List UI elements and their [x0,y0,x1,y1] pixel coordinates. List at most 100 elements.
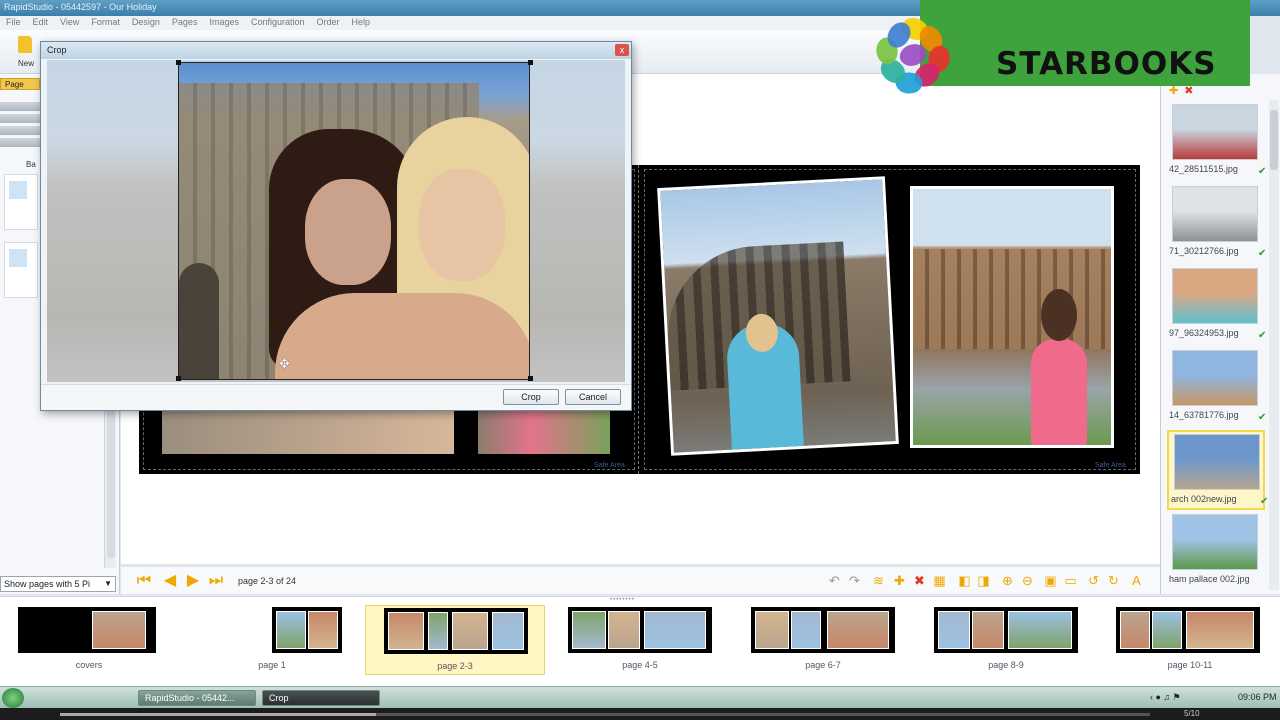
page-thumbnail-preview[interactable] [568,607,712,653]
panel-section-bar[interactable] [0,138,40,147]
redo-icon[interactable]: ↷ [847,573,862,588]
rotate-left-icon[interactable]: ↺ [1086,573,1101,588]
image-library-item[interactable]: 97_96324953.jpg ✔ [1167,266,1266,346]
image-thumbnail[interactable] [1172,350,1258,406]
move-forward-icon[interactable]: ◨ [976,573,991,588]
last-page-icon[interactable]: ⏭ [207,572,225,590]
menu-item-order[interactable]: Order [311,16,346,28]
page-thumbnail-preview[interactable] [18,607,156,653]
delete-icon[interactable]: ✖ [912,573,927,588]
move-cursor-icon: ✥ [279,356,290,371]
image-tool-icon[interactable]: ▦ [932,573,947,588]
menu-bar: File Edit View Format Design Pages Images Confi… [0,16,920,30]
crop-preview-area[interactable]: ✥ [47,60,625,382]
photo-frame-arch[interactable] [162,410,454,454]
video-progress-bar[interactable]: 5/10 [0,708,1280,720]
image-library-item[interactable]: arch 002new.jpg ✔ [1167,430,1269,510]
page-tab[interactable]: Page [0,78,40,90]
page-thumbnail-preview[interactable] [272,607,342,653]
image-thumbnail[interactable] [1172,514,1258,570]
page-thumbnail[interactable]: covers [14,605,164,675]
video-time: 5/10 [1184,709,1200,718]
page-thumbnail-preview[interactable] [1116,607,1260,653]
remove-image-icon[interactable]: ✖ [1184,85,1193,97]
page-thumbnail[interactable]: page 8-9 [916,605,1096,675]
start-button-icon[interactable] [2,688,24,708]
image-thumbnail[interactable] [1172,104,1258,160]
menu-item-help[interactable]: Help [346,16,377,28]
used-check-icon: ✔ [1260,496,1269,507]
image-filename: 71_30212766.jpg [1169,246,1239,256]
next-page-icon[interactable]: ▶ [184,572,202,590]
windows-taskbar: RapidStudio - 05442... Crop ‹ ● ♫ ⚑ 09:0… [0,686,1280,708]
menu-item-view[interactable]: View [54,16,85,28]
text-tool-icon[interactable]: A [1129,573,1144,588]
page-thumbnail[interactable]: page 10-11 [1100,605,1280,675]
image-library-panel: ✚ ✖ 42_28511515.jpg ✔ 71_30212766.jpg ✔ 97_9… [1160,74,1280,594]
page-indicator: page 2-3 of 24 [238,576,297,586]
first-page-icon[interactable]: ⏮ [135,572,153,590]
new-document-icon[interactable] [18,36,32,53]
page-thumbnail[interactable]: page 4-5 [550,605,730,675]
close-icon[interactable]: x [615,44,629,56]
page-thumbnail-label: page 2-3 [437,661,473,671]
zoom-out-icon[interactable]: ⊖ [1020,573,1035,588]
taskbar-item-rapidstudio[interactable]: RapidStudio - 05442... [138,690,256,706]
page-thumbnail[interactable]: page 1 [180,605,364,675]
crop-handle-top-left[interactable] [176,60,181,65]
autofill-icon[interactable]: ≋ [871,573,886,588]
photo-frame-colosseum[interactable] [657,176,899,456]
menu-item-format[interactable]: Format [85,16,126,28]
menu-item-file[interactable]: File [0,16,27,28]
image-library-item[interactable]: 14_63781776.jpg ✔ [1167,348,1266,428]
panel-section-bar[interactable] [0,126,40,135]
fit-page-icon[interactable]: ▣ [1043,573,1058,588]
move-back-icon[interactable]: ◧ [957,573,972,588]
image-library-item[interactable]: ham pallace 002.jpg [1167,512,1265,592]
menu-item-edit[interactable]: Edit [27,16,55,28]
new-button-label[interactable]: New [18,59,34,68]
menu-item-images[interactable]: Images [203,16,245,28]
image-library-scrollbar[interactable] [1269,100,1279,590]
pages-filter-select[interactable]: Show pages with 5 Pi ▼ [0,576,116,592]
previous-page-icon[interactable]: ◀ [161,572,179,590]
add-image-icon[interactable]: ✚ [1169,85,1178,97]
add-page-icon[interactable]: ✚ [892,573,907,588]
system-tray: ‹ ● ♫ ⚑ [1150,692,1181,702]
zoom-in-icon[interactable]: ⊕ [1000,573,1015,588]
page-thumbnail[interactable]: page 2-3 [365,605,545,675]
panel-section-bar[interactable] [0,102,40,111]
image-library-item[interactable]: 42_28511515.jpg ✔ [1167,102,1267,182]
background-thumbnail[interactable] [4,242,38,298]
crop-button[interactable]: Crop [503,389,559,405]
rotate-right-icon[interactable]: ↻ [1106,573,1121,588]
canvas-navigation-bar: ⏮ ◀ ▶ ⏭ page 2-3 of 24 ↶ ↷ ≋ ✚ ✖ ▦ ◧ ◨ ⊕… [121,566,1160,594]
image-library-item[interactable]: 71_30212766.jpg ✔ [1167,184,1266,264]
page-thumbnail-preview[interactable] [384,608,528,654]
taskbar-item-crop[interactable]: Crop [262,690,380,706]
background-thumbnail[interactable] [4,174,38,230]
undo-icon[interactable]: ↶ [827,573,842,588]
menu-item-pages[interactable]: Pages [166,16,204,28]
strip-resize-grip[interactable]: •••••••• [610,597,660,603]
panel-section-bar[interactable] [0,114,40,123]
chevron-down-icon[interactable]: ▼ [104,579,112,588]
menu-item-configuration[interactable]: Configuration [245,16,311,28]
crop-handle-top-right[interactable] [528,60,533,65]
image-thumbnail[interactable] [1172,186,1258,242]
photo-frame-palace[interactable] [910,186,1114,448]
cancel-button[interactable]: Cancel [565,389,621,405]
menu-item-design[interactable]: Design [126,16,166,28]
image-thumbnail[interactable] [1172,268,1258,324]
crop-dialog-footer: Crop Cancel [41,384,631,410]
page-thumbnail-preview[interactable] [934,607,1078,653]
photo-frame-small[interactable] [478,410,610,454]
crop-selection[interactable] [178,62,530,380]
image-thumbnail[interactable] [1174,434,1260,490]
used-check-icon: ✔ [1258,166,1267,177]
crop-handle-bottom-left[interactable] [176,376,181,381]
fit-spread-icon[interactable]: ▭ [1063,573,1078,588]
page-thumbnail[interactable]: page 6-7 [733,605,913,675]
crop-handle-bottom-right[interactable] [528,376,533,381]
page-thumbnail-preview[interactable] [751,607,895,653]
